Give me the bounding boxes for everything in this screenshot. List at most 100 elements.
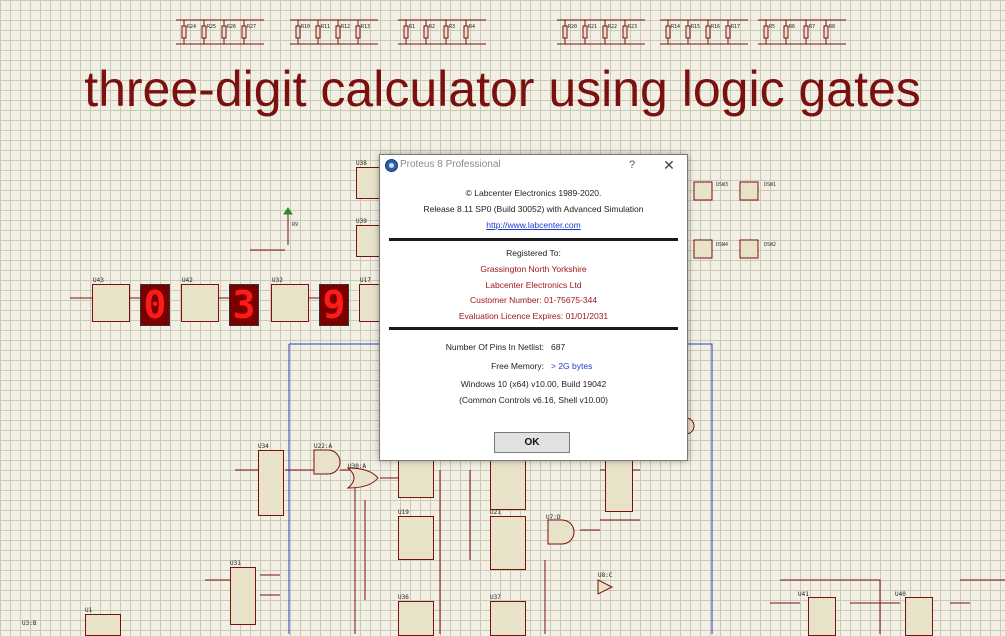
ic-u21[interactable] bbox=[490, 516, 526, 570]
resistor-label: R10 bbox=[301, 24, 310, 30]
ok-button[interactable]: OK bbox=[494, 432, 570, 453]
resistor bbox=[423, 25, 429, 39]
memory-label: Free Memory: bbox=[491, 361, 544, 371]
resistor-label: R12 bbox=[341, 24, 350, 30]
resistor bbox=[602, 25, 608, 39]
ic-u38[interactable] bbox=[356, 167, 381, 199]
svg-text:DSW1: DSW1 bbox=[764, 182, 776, 188]
resistor-label: R15 bbox=[691, 24, 700, 30]
release-text: Release 8.11 SP0 (Build 30052) with Adva… bbox=[423, 204, 644, 214]
resistor bbox=[355, 25, 361, 39]
ic-u18[interactable] bbox=[398, 458, 434, 498]
resistor-label: R22 bbox=[608, 24, 617, 30]
resistor-label: R20 bbox=[568, 24, 577, 30]
seven-segment-display-2: 3 bbox=[229, 284, 259, 326]
resistor-label: R11 bbox=[321, 24, 330, 30]
resistor-label: R1 bbox=[409, 24, 415, 30]
resistor-label: R17 bbox=[731, 24, 740, 30]
resistor bbox=[241, 25, 247, 39]
dialog-titlebar[interactable]: Proteus 8 Professional ? ✕ bbox=[380, 155, 687, 175]
resistor bbox=[725, 25, 731, 39]
resistor-label: R4 bbox=[469, 24, 475, 30]
ic-label-u19: U19 bbox=[398, 509, 409, 516]
svg-text:R9: R9 bbox=[292, 222, 298, 228]
customer-number: Customer Number: 01-75675-344 bbox=[469, 295, 598, 305]
dialog-title: Proteus 8 Professional bbox=[400, 159, 501, 170]
resistor bbox=[201, 25, 207, 39]
resistor bbox=[562, 25, 568, 39]
close-button[interactable]: ✕ bbox=[660, 156, 678, 174]
ic-u42[interactable] bbox=[181, 284, 219, 322]
ic-u41[interactable] bbox=[808, 597, 836, 636]
ic-block-far-right[interactable] bbox=[605, 458, 633, 512]
resistor bbox=[181, 25, 187, 39]
ic-label-u37: U37 bbox=[490, 594, 501, 601]
resistor bbox=[463, 25, 469, 39]
ic-u19[interactable] bbox=[398, 516, 434, 560]
resistor-label: R2 bbox=[429, 24, 435, 30]
ic-label-u32: U32 bbox=[272, 277, 283, 284]
resistor bbox=[685, 25, 691, 39]
about-dialog: Proteus 8 Professional ? ✕ © Labcenter E… bbox=[379, 154, 688, 461]
resistor-label: R6 bbox=[789, 24, 795, 30]
svg-text:DSW4: DSW4 bbox=[716, 242, 728, 248]
ic-label-u21: U21 bbox=[490, 509, 501, 516]
ic-label-u30a: U30:A bbox=[348, 463, 367, 470]
os-version: Windows 10 (x64) v10.00, Build 19042 bbox=[460, 379, 607, 389]
svg-text:DSW3: DSW3 bbox=[716, 182, 728, 188]
url-row: http://www.labcenter.com bbox=[380, 220, 687, 230]
ic-label-u8c: U8:C bbox=[598, 572, 613, 579]
resistor-label: R21 bbox=[588, 24, 597, 30]
resistor bbox=[823, 25, 829, 39]
resistor bbox=[443, 25, 449, 39]
resistor-label: R26 bbox=[227, 24, 236, 30]
ic-u37[interactable] bbox=[490, 601, 526, 636]
resistor-label: R8 bbox=[829, 24, 835, 30]
resistor bbox=[622, 25, 628, 39]
resistor bbox=[783, 25, 789, 39]
licence-expiry: Evaluation Licence Expires: 01/01/2031 bbox=[458, 311, 609, 321]
divider-bottom bbox=[389, 327, 678, 330]
website-link[interactable]: http://www.labcenter.com bbox=[486, 220, 581, 230]
ic-label-u36: U36 bbox=[398, 594, 409, 601]
ic-u43[interactable] bbox=[92, 284, 130, 322]
seven-segment-display-1: 0 bbox=[140, 284, 170, 326]
resistor-label: R23 bbox=[628, 24, 637, 30]
registration-line-2: Labcenter Electronics Ltd bbox=[485, 280, 582, 290]
help-button[interactable]: ? bbox=[625, 157, 639, 173]
svg-text:DSW2: DSW2 bbox=[764, 242, 776, 248]
resistor-label: R14 bbox=[671, 24, 680, 30]
ic-block-right[interactable] bbox=[490, 458, 526, 510]
resistor-label: R27 bbox=[247, 24, 256, 30]
resistor-label: R24 bbox=[187, 24, 196, 30]
ic-label-u39: U39 bbox=[356, 218, 367, 225]
resistor bbox=[763, 25, 769, 39]
ic-u32[interactable] bbox=[271, 284, 309, 322]
ic-u39[interactable] bbox=[356, 225, 381, 257]
ic-u17[interactable] bbox=[359, 284, 381, 322]
ic-label-u40: U40 bbox=[895, 591, 906, 598]
resistor bbox=[582, 25, 588, 39]
pins-value: 687 bbox=[551, 342, 566, 352]
resistor bbox=[665, 25, 671, 39]
ic-label-u22a: U22:A bbox=[314, 443, 333, 450]
ic-u34[interactable] bbox=[258, 450, 284, 516]
resistor-label: R5 bbox=[769, 24, 775, 30]
ic-label-u3b: U3:B bbox=[22, 620, 37, 627]
schematic-title: three-digit calculator using logic gates bbox=[84, 61, 921, 117]
ic-u36[interactable] bbox=[398, 601, 434, 636]
ic-label-u31: U31 bbox=[230, 560, 241, 567]
proteus-app-icon bbox=[385, 159, 398, 172]
ic-label-u42: U42 bbox=[182, 277, 193, 284]
seven-segment-display-3: 9 bbox=[319, 284, 349, 326]
ic-u40[interactable] bbox=[905, 597, 933, 636]
pins-label: Number Of Pins In Netlist: bbox=[445, 342, 544, 352]
ic-u31[interactable] bbox=[230, 567, 256, 625]
ic-u1[interactable] bbox=[85, 614, 121, 636]
resistor bbox=[315, 25, 321, 39]
resistor-label: R7 bbox=[809, 24, 815, 30]
registered-to-label: Registered To: bbox=[506, 248, 561, 258]
registration-line-1: Grassington North Yorkshire bbox=[480, 264, 587, 274]
divider-top bbox=[389, 238, 678, 241]
memory-value: > 2G bytes bbox=[551, 361, 593, 371]
